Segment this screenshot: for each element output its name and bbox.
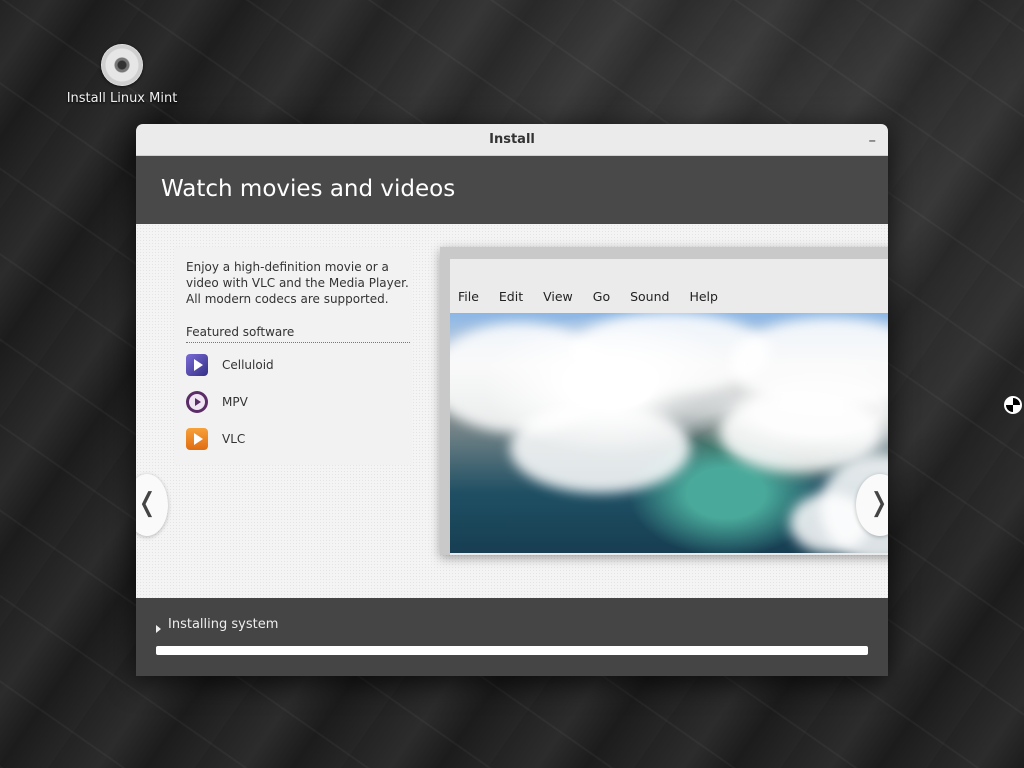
media-player-screenshot: File Edit View Go Sound Help	[440, 247, 888, 555]
menu-go: Go	[592, 289, 611, 304]
expander-arrow-icon[interactable]	[156, 625, 161, 633]
window-titlebar[interactable]: Install –	[136, 124, 888, 156]
desktop-icon-label: Install Linux Mint	[66, 91, 178, 106]
slide-heading: Watch movies and videos	[161, 176, 456, 202]
software-name: MPV	[222, 395, 248, 409]
software-name: Celluloid	[222, 358, 274, 372]
previous-slide-button[interactable]: ❬	[136, 474, 168, 536]
software-item-mpv[interactable]: MPV	[186, 387, 412, 417]
install-progress-footer: Installing system	[136, 598, 888, 676]
menu-view: View	[543, 289, 573, 304]
window-title: Install	[489, 132, 535, 147]
featured-software-title: Featured software	[186, 325, 410, 343]
mouse-cursor-icon	[1004, 396, 1022, 414]
video-frame-aerial-clouds	[450, 313, 888, 553]
menu-help: Help	[689, 289, 718, 304]
minimize-button[interactable]: –	[869, 124, 877, 156]
menu-edit: Edit	[498, 289, 524, 304]
installer-window: Install – Watch movies and videos Enjoy …	[136, 124, 888, 676]
progress-bar	[156, 646, 868, 655]
status-text[interactable]: Installing system	[156, 617, 278, 633]
desktop-icon-install-linux-mint[interactable]: Install Linux Mint	[62, 44, 182, 106]
software-name: VLC	[222, 432, 246, 446]
slide-description: Enjoy a high-definition movie or a video…	[186, 260, 409, 306]
software-item-celluloid[interactable]: Celluloid	[186, 350, 412, 380]
software-item-vlc[interactable]: VLC	[186, 424, 412, 454]
mpv-icon	[186, 391, 208, 413]
menu-file: File	[458, 289, 479, 304]
menu-sound: Sound	[630, 289, 670, 304]
status-label: Installing system	[168, 617, 279, 632]
slide-header: Watch movies and videos	[136, 156, 888, 224]
player-window: File Edit View Go Sound Help	[450, 259, 888, 555]
vlc-icon	[186, 428, 208, 450]
player-menubar: File Edit View Go Sound Help	[458, 289, 734, 304]
info-panel: Enjoy a high-definition movie or a video…	[174, 247, 412, 465]
celluloid-icon	[186, 354, 208, 376]
cd-disc-icon	[101, 44, 143, 86]
slide-content: Enjoy a high-definition movie or a video…	[136, 224, 888, 598]
